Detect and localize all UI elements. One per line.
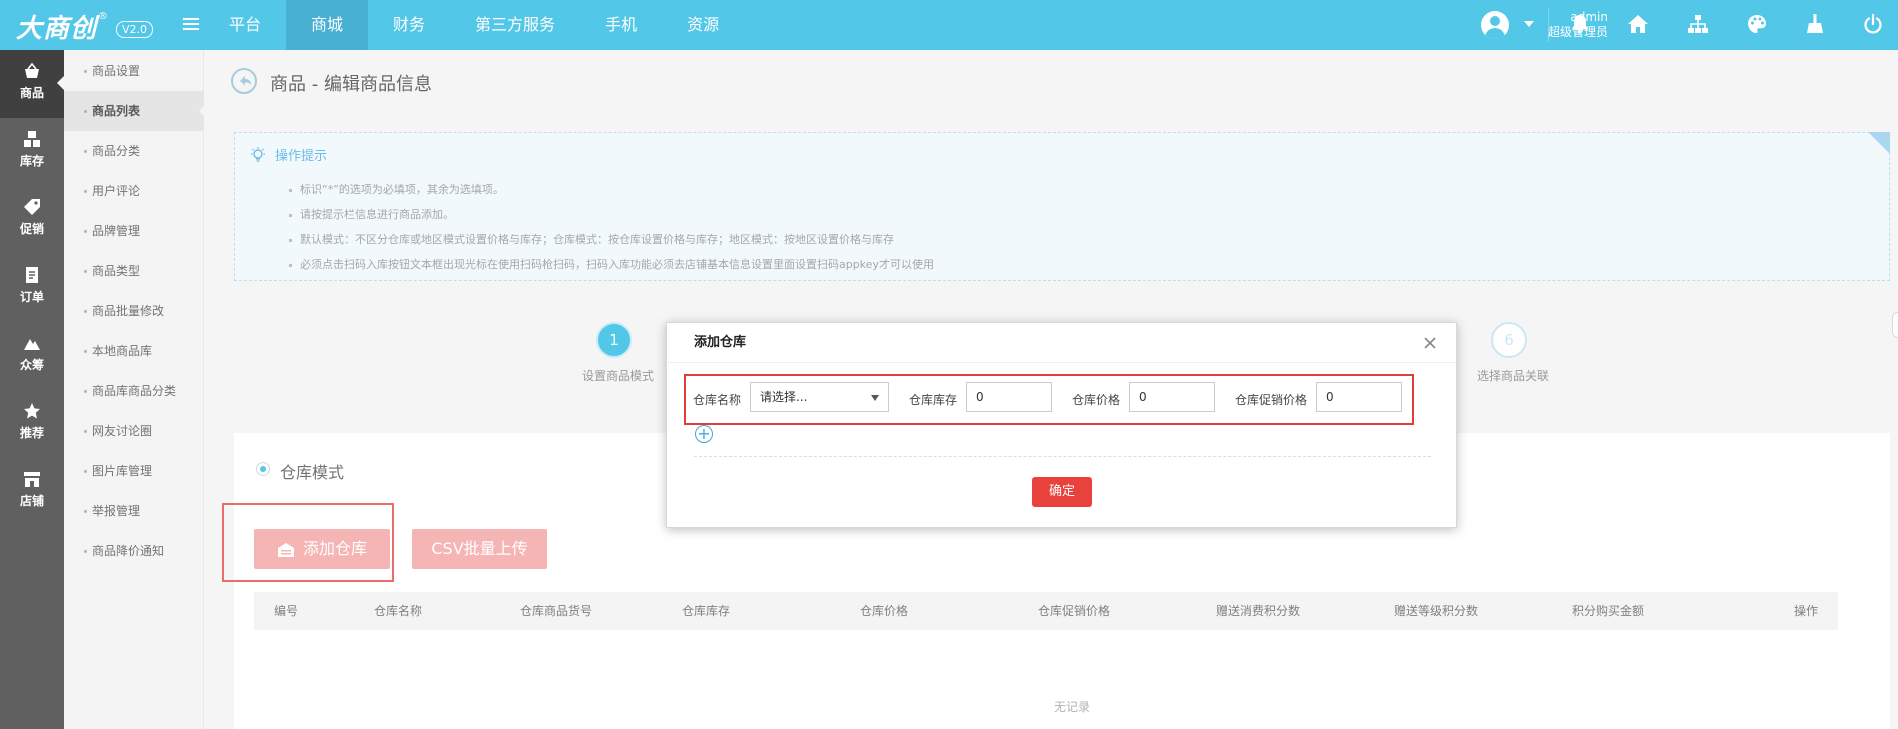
confirm-button[interactable]: 确定	[1032, 477, 1092, 507]
warehouse-name-select[interactable]: 请选择...	[750, 382, 889, 412]
warehouse-price-label: 仓库价格	[1072, 393, 1121, 407]
add-row-icon[interactable]: +	[695, 425, 713, 443]
warehouse-stock-input[interactable]: 0	[966, 382, 1052, 412]
warehouse-stock-label: 仓库库存	[909, 393, 958, 407]
warehouse-name-label: 仓库名称	[693, 393, 742, 407]
warehouse-price-input[interactable]: 0	[1129, 382, 1215, 412]
warehouse-promo-price-label: 仓库促销价格	[1235, 393, 1308, 407]
warehouse-promo-price-input[interactable]: 0	[1316, 382, 1402, 412]
divider	[694, 456, 1431, 457]
dialog-title: 添加仓库	[667, 323, 1456, 363]
close-icon[interactable]	[1422, 335, 1438, 351]
warehouse-name-value: 请选择...	[760, 390, 808, 404]
chevron-down-icon	[871, 395, 879, 401]
add-warehouse-dialog: 添加仓库 仓库名称 请选择... 仓库库存 0 仓库价格 0 仓库促销价格 0 …	[666, 322, 1457, 528]
